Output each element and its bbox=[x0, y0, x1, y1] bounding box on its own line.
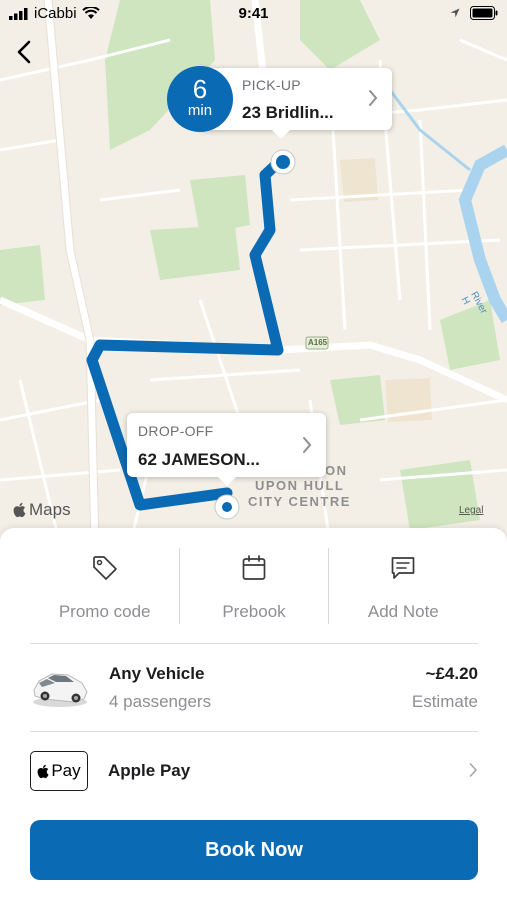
chevron-left-icon bbox=[17, 40, 31, 64]
area-label-upon-hull: UPON HULL bbox=[255, 478, 345, 493]
note-icon bbox=[391, 557, 415, 579]
tag-icon bbox=[92, 556, 117, 580]
vehicle-selector[interactable]: Any Vehicle 4 passengers ~£4.20 Estimate bbox=[30, 660, 478, 716]
car-icon bbox=[33, 673, 88, 707]
eta-badge: 6 min bbox=[167, 66, 233, 132]
area-label-on: ON bbox=[325, 463, 348, 478]
promo-code-label: Promo code bbox=[58, 602, 151, 621]
payment-method-name: Apple Pay bbox=[108, 761, 191, 780]
area-label-city-centre: CITY CENTRE bbox=[248, 494, 351, 509]
maps-attribution-text: Maps bbox=[29, 500, 71, 519]
apple-pay-badge-text: Pay bbox=[51, 761, 81, 780]
fare-estimate-label: Estimate bbox=[411, 692, 478, 711]
booking-sheet: Promo code Prebook Add Note Any Vehicle … bbox=[0, 528, 507, 900]
divider bbox=[179, 548, 180, 624]
fare-price: ~£4.20 bbox=[425, 664, 478, 683]
location-arrow-icon bbox=[450, 8, 460, 18]
pickup-pin bbox=[270, 149, 296, 175]
payment-method-selector[interactable]: Pay Apple Pay bbox=[30, 751, 478, 791]
chevron-right-icon bbox=[369, 90, 378, 106]
eta-unit: min bbox=[187, 102, 213, 119]
callout-pointer bbox=[272, 130, 290, 139]
add-note-button[interactable]: Add Note bbox=[329, 548, 478, 624]
eta-value: 6 bbox=[192, 74, 208, 104]
status-bar: iCabbi 9:41 bbox=[0, 0, 507, 28]
apple-logo-icon bbox=[37, 764, 49, 778]
book-now-button[interactable]: Book Now bbox=[30, 820, 478, 880]
battery-icon bbox=[470, 6, 498, 20]
chevron-right-icon bbox=[469, 763, 478, 777]
pickup-address: 23 Bridlin... bbox=[242, 103, 334, 122]
back-button[interactable] bbox=[8, 36, 40, 68]
divider bbox=[30, 643, 478, 644]
status-time: 9:41 bbox=[238, 5, 269, 22]
maps-attribution: Maps bbox=[13, 500, 71, 520]
apple-logo-icon bbox=[13, 502, 26, 518]
quick-actions: Promo code Prebook Add Note bbox=[30, 548, 478, 624]
legal-link[interactable]: Legal bbox=[459, 505, 483, 516]
divider bbox=[30, 731, 478, 732]
vehicle-name: Any Vehicle bbox=[109, 664, 205, 683]
prebook-label: Prebook bbox=[222, 602, 286, 621]
calendar-icon bbox=[242, 555, 266, 580]
route-map[interactable]: A165 River H ON UPON HULL CITY CENTRE 6 … bbox=[0, 0, 507, 545]
dropoff-address: 62 JAMESON... bbox=[138, 450, 260, 469]
dropoff-callout[interactable]: DROP-OFF 62 JAMESON... bbox=[127, 413, 326, 486]
promo-code-button[interactable]: Promo code bbox=[30, 548, 179, 624]
dropoff-pin bbox=[214, 494, 240, 520]
vehicle-passengers: 4 passengers bbox=[109, 692, 212, 711]
prebook-button[interactable]: Prebook bbox=[179, 548, 328, 624]
road-label: A165 bbox=[308, 338, 328, 347]
chevron-right-icon bbox=[303, 437, 312, 453]
add-note-label: Add Note bbox=[367, 602, 439, 621]
callout-pointer bbox=[218, 477, 236, 486]
divider bbox=[328, 548, 329, 624]
dropoff-label: DROP-OFF bbox=[138, 423, 214, 439]
apple-pay-badge: Pay bbox=[30, 751, 88, 791]
pickup-label: PICK-UP bbox=[242, 77, 301, 93]
